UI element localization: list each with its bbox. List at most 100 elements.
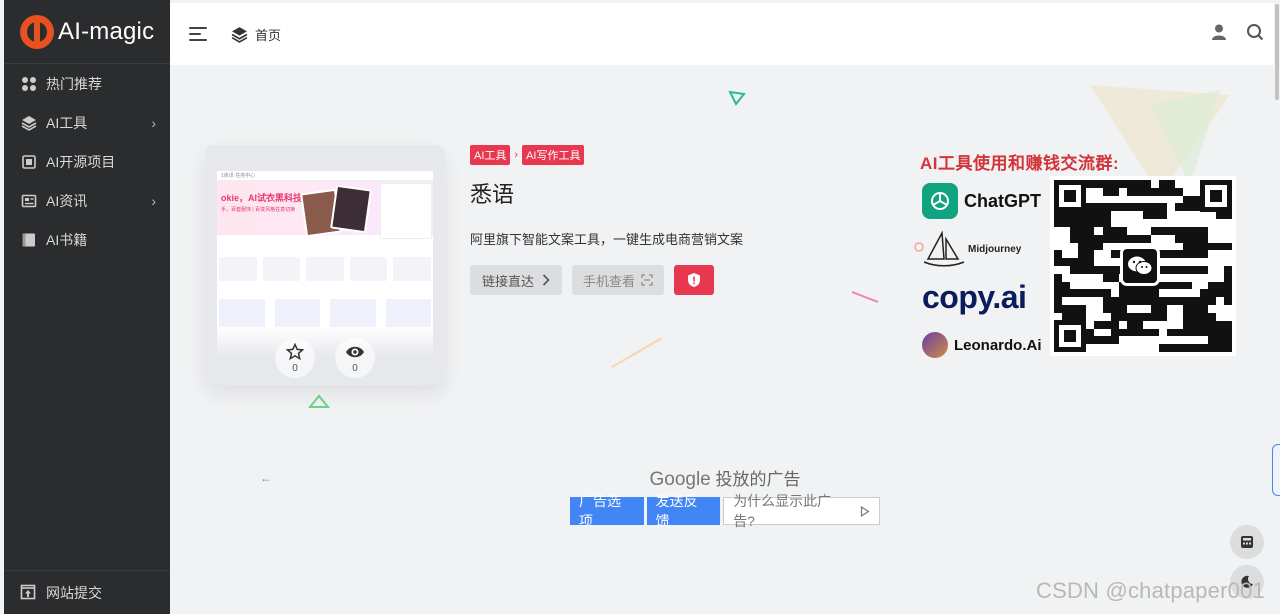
star-icon xyxy=(286,343,304,361)
mobile-view-label: 手机查看 xyxy=(582,273,635,289)
decorative-triangle-icon xyxy=(308,394,330,408)
leonardo-logo: Leonardo.Ai xyxy=(922,325,1050,365)
qr-finder xyxy=(1054,180,1086,212)
layers-icon xyxy=(20,114,37,131)
google-ad-heading: Google 投放的广告 xyxy=(570,465,880,491)
news-icon xyxy=(20,192,37,209)
midjourney-logo: Midjourney xyxy=(922,229,1050,269)
thumbnail-fade xyxy=(217,327,433,357)
shield-alert-icon xyxy=(688,273,700,287)
tool-screenshot[interactable]: 1资讯 任务中心 okie，AI试衣黑科技 手，百套服饰 | 百变风格任意切换 xyxy=(217,171,433,357)
tag-list: AI工具 › AI写作工具 xyxy=(470,145,890,165)
logo-text: AI-magic xyxy=(58,17,155,45)
mobile-view-button[interactable]: 手机查看 xyxy=(572,265,664,295)
openai-icon xyxy=(922,183,958,219)
main-content: 1资讯 任务中心 okie，AI试衣黑科技 手，百套服饰 | 百变风格任意切换 … xyxy=(170,65,1274,614)
layers-icon xyxy=(231,26,248,43)
decorative-triangle-icon xyxy=(728,90,746,106)
tool-info: AI工具 › AI写作工具 悉语 阿里旗下智能文案工具，一键生成电商营销文案 链… xyxy=(470,145,890,295)
google-logo: Google xyxy=(649,469,711,490)
book-icon xyxy=(20,153,37,170)
qr-scan-icon xyxy=(641,274,653,286)
google-ad-headline: 投放的广告 xyxy=(715,470,801,489)
qr-finder xyxy=(1054,320,1086,352)
sidebar-item-label: AI资讯 xyxy=(46,192,88,209)
action-buttons: 链接直达 手机查看 xyxy=(470,265,890,295)
sidebar-item-label: AI书籍 xyxy=(46,231,88,248)
back-arrow-icon[interactable]: ← xyxy=(260,471,272,485)
google-ad-panel: ← Google 投放的广告 广告选项 发送反馈 为什么显示此广告? xyxy=(260,465,880,529)
sidebar-item-ai-tools[interactable]: AI工具 › xyxy=(4,103,170,142)
report-button[interactable] xyxy=(674,265,714,295)
breadcrumb[interactable]: 首页 xyxy=(231,25,281,44)
tag-ai-writing[interactable]: AI写作工具 xyxy=(522,145,585,165)
leonardo-label: Leonardo.Ai xyxy=(954,336,1042,354)
calculator-button[interactable] xyxy=(1230,525,1264,559)
chatgpt-label: ChatGPT xyxy=(964,190,1042,211)
google-ad-buttons: 广告选项 发送反馈 为什么显示此广告? xyxy=(570,493,880,529)
leonardo-avatar-icon xyxy=(922,332,948,358)
community-qr-banner[interactable]: AI工具使用和赚钱交流群: ChatGPT Midjourney copy.ai… xyxy=(920,149,1236,359)
tag-separator: › xyxy=(514,149,519,161)
favorite-count: 0 xyxy=(292,363,298,374)
visit-link-label: 链接直达 xyxy=(481,273,534,289)
chevron-right-icon: › xyxy=(151,193,156,209)
sidebar-item-label: AI工具 xyxy=(46,114,88,131)
calculator-icon xyxy=(1241,536,1253,548)
sidebar-item-label: 热门推荐 xyxy=(46,75,102,92)
brand-logos: ChatGPT Midjourney copy.ai Leonardo.Ai xyxy=(922,181,1050,373)
sidebar-item-label: 网站提交 xyxy=(46,584,102,601)
why-this-ad-label: 为什么显示此广告? xyxy=(733,493,832,529)
scrollbar[interactable] xyxy=(1274,0,1280,614)
qr-finder xyxy=(1200,180,1232,212)
why-this-ad-button[interactable]: 为什么显示此广告? xyxy=(723,493,880,529)
top-header: 首页 xyxy=(170,3,1274,65)
sidebar: AI-magic 热门推荐 AI工具 › AI开源项目 AI资讯 › AI书籍 xyxy=(4,0,170,614)
sidebar-item-hot[interactable]: 热门推荐 xyxy=(4,64,170,103)
side-drawer-tab[interactable] xyxy=(1272,444,1280,496)
thumbnail-grid xyxy=(219,257,431,281)
watermark: CSDN @chatpaper001 xyxy=(1036,578,1265,603)
tool-card: 1资讯 任务中心 okie，AI试衣黑科技 手，百套服饰 | 百变风格任意切换 … xyxy=(205,145,445,385)
breadcrumb-home: 首页 xyxy=(255,27,282,43)
sailboat-icon xyxy=(923,231,965,267)
chatgpt-logo: ChatGPT xyxy=(922,181,1050,221)
menu-toggle-icon[interactable] xyxy=(189,27,207,41)
search-icon[interactable] xyxy=(1246,23,1264,41)
decorative-line xyxy=(611,337,663,368)
upload-icon xyxy=(20,584,37,601)
chevron-right-icon: › xyxy=(151,115,156,131)
sidebar-item-open-source[interactable]: AI开源项目 xyxy=(4,142,170,181)
favorite-button[interactable]: 0 xyxy=(275,338,315,378)
sidebar-item-books[interactable]: AI书籍 xyxy=(4,220,170,259)
chevron-right-icon xyxy=(542,274,550,286)
tool-description: 阿里旗下智能文案工具，一键生成电商营销文案 xyxy=(470,232,744,247)
visit-link-button[interactable]: 链接直达 xyxy=(470,265,562,295)
wechat-icon xyxy=(1120,246,1160,286)
ad-options-button[interactable]: 广告选项 xyxy=(570,493,644,529)
tag-ai-tools[interactable]: AI工具 xyxy=(470,145,511,165)
book-open-icon xyxy=(20,231,37,248)
grid-icon xyxy=(20,75,37,92)
thumbnail-side-panel xyxy=(380,183,432,239)
logo-icon xyxy=(20,14,54,49)
user-icon[interactable] xyxy=(1210,23,1228,41)
copyai-logo: copy.ai xyxy=(922,277,1050,317)
scrollbar-thumb[interactable] xyxy=(1275,4,1279,100)
logo[interactable]: AI-magic xyxy=(4,0,170,64)
adchoices-icon xyxy=(860,505,870,517)
page-title: 悉语 xyxy=(470,182,515,207)
send-feedback-button[interactable]: 发送反馈 xyxy=(646,493,721,529)
sidebar-item-label: AI开源项目 xyxy=(46,153,116,170)
eye-icon xyxy=(346,346,364,358)
sidebar-item-submit[interactable]: 网站提交 xyxy=(4,570,170,614)
qr-code xyxy=(1050,176,1236,356)
view-count-value: 0 xyxy=(352,363,358,374)
qr-banner-title: AI工具使用和赚钱交流群: xyxy=(920,154,1120,173)
thumbnail-grid xyxy=(219,299,431,327)
sidebar-item-news[interactable]: AI资讯 › xyxy=(4,181,170,220)
view-count: 0 xyxy=(335,338,375,378)
thumbnail-nav: 1资讯 任务中心 xyxy=(217,171,433,181)
thumbnail-photos xyxy=(297,184,377,238)
midjourney-label: Midjourney xyxy=(968,243,1022,255)
